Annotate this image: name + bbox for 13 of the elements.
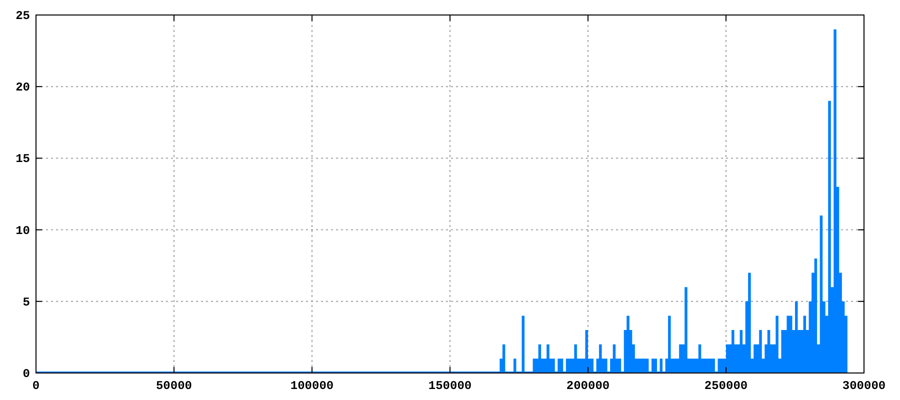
x-tick-label: 50000: [156, 379, 192, 393]
y-tick-label: 0: [22, 367, 30, 381]
x-tick-label: 200000: [566, 379, 610, 393]
x-tick-label: 250000: [704, 379, 748, 393]
x-tick-label: 150000: [428, 379, 472, 393]
x-tick-label: 300000: [842, 379, 886, 393]
y-tick-label: 25: [16, 9, 30, 23]
y-tick-label: 5: [22, 295, 30, 310]
y-tick-label: 15: [16, 152, 30, 166]
x-tick-label: 100000: [290, 379, 334, 393]
y-tick-label: 20: [16, 80, 30, 95]
y-tick-label: 10: [16, 224, 30, 238]
x-tick-label: 0: [32, 379, 40, 393]
